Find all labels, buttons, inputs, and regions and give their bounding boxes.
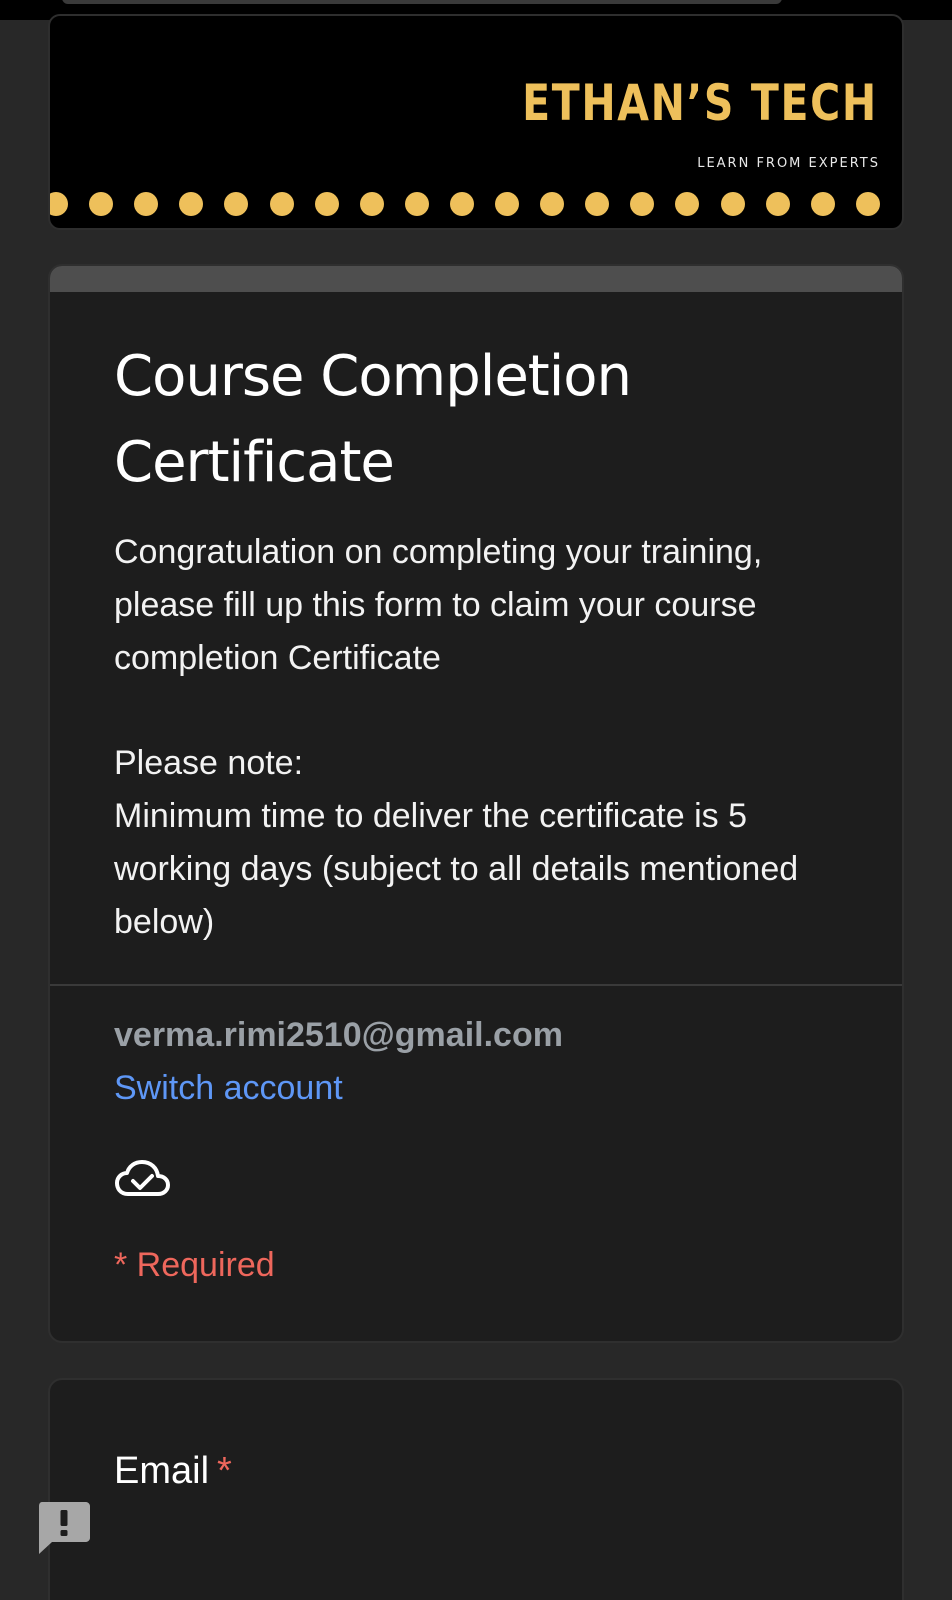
banner-dot-row: [50, 192, 902, 218]
banner-subtitle: LEARN FROM EXPERTS: [697, 156, 880, 171]
banner-dot: [89, 192, 114, 216]
required-asterisk: *: [217, 1450, 232, 1492]
banner-dot: [314, 192, 339, 216]
divider: [50, 984, 902, 986]
card-accent-strip: [50, 266, 902, 292]
required-note: * Required: [114, 1246, 275, 1284]
header-banner-image: ETHAN’S TECH LEARN FROM EXPERTS: [48, 14, 904, 230]
banner-dot: [585, 192, 610, 216]
banner-dot: [540, 192, 565, 216]
banner-dot: [765, 192, 790, 216]
form-title: Course Completion Certificate: [114, 344, 632, 495]
banner-dot: [675, 192, 700, 216]
banner-dot: [134, 192, 159, 216]
form-description: Congratulation on completing your traini…: [114, 533, 799, 941]
banner-dot: [359, 192, 384, 216]
banner-dot: [449, 192, 474, 216]
switch-account-link[interactable]: Switch account: [114, 1069, 343, 1108]
email-question-label: Email *: [114, 1450, 232, 1493]
browser-toolbar-edge: [62, 0, 782, 4]
banner-dot: [50, 192, 68, 216]
email-question-card: Email *: [48, 1378, 904, 1600]
banner-dot: [810, 192, 835, 216]
banner-dot: [630, 192, 655, 216]
banner-dot: [404, 192, 429, 216]
email-question-title: Email: [114, 1450, 210, 1492]
account-email: verma.rimi2510@gmail.com: [114, 1016, 563, 1054]
banner-dot: [269, 192, 294, 216]
form-header-card: Course Completion Certificate Congratula…: [48, 264, 904, 1343]
banner-dot: [179, 192, 204, 216]
banner-dot: [495, 192, 519, 216]
banner-dot: [720, 192, 745, 216]
cloud-check-icon: [115, 1160, 170, 1196]
banner-dot: [855, 192, 880, 216]
banner-dot: [224, 192, 249, 216]
form-page: ETHAN’S TECH LEARN FROM EXPERTS Course C…: [0, 0, 952, 1600]
banner-title: ETHAN’S TECH: [522, 74, 878, 132]
report-feedback-icon[interactable]: [36, 1498, 92, 1554]
